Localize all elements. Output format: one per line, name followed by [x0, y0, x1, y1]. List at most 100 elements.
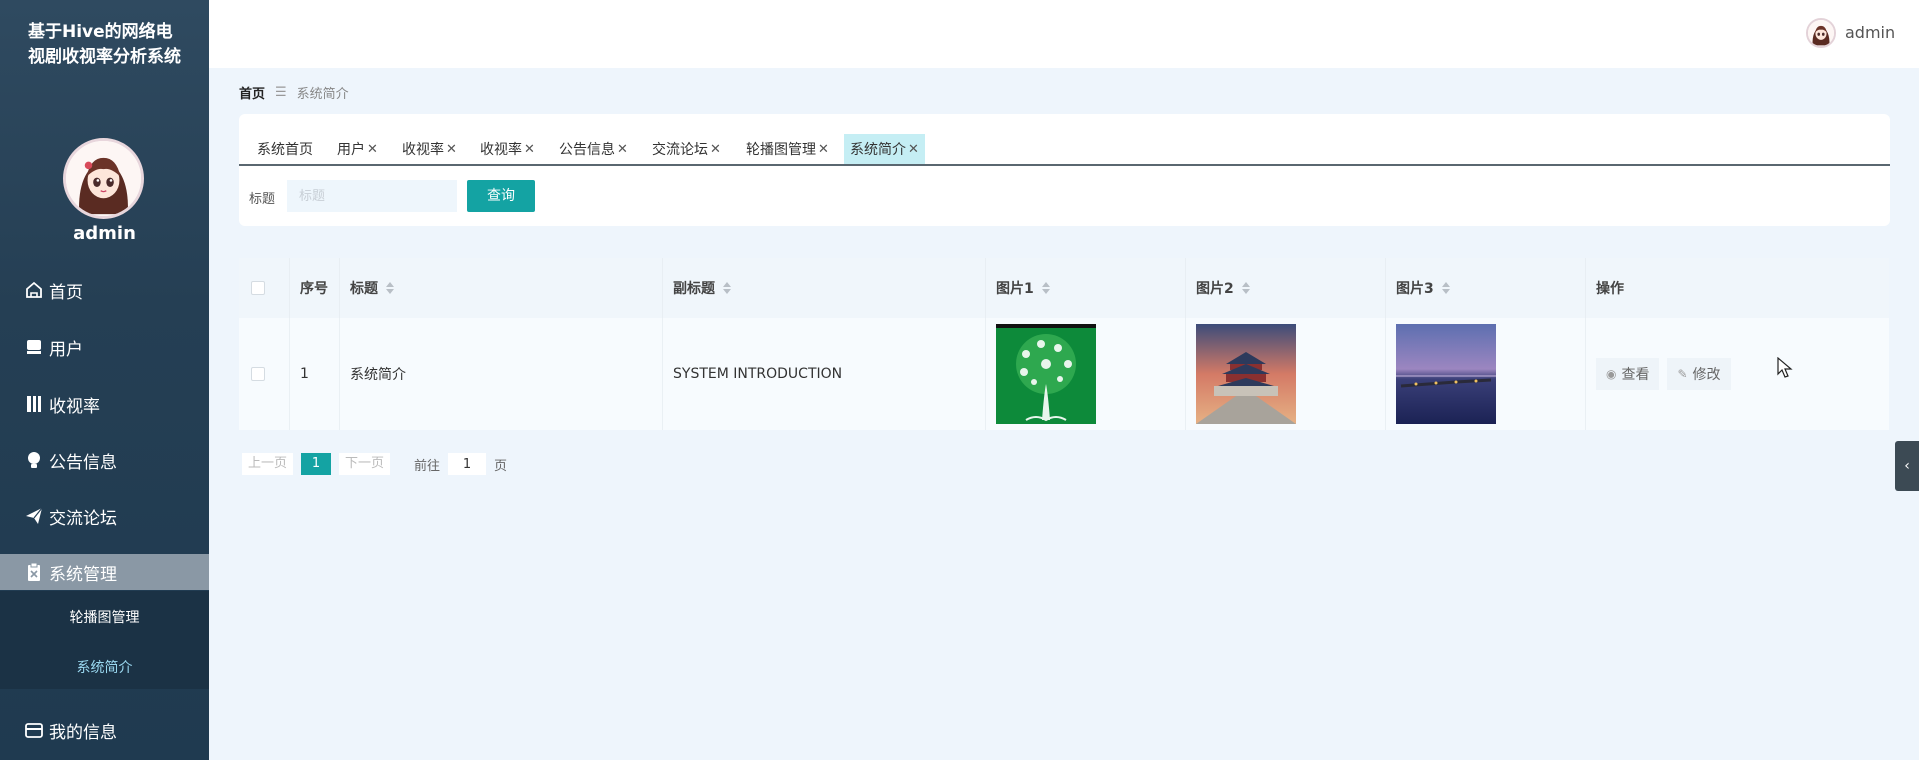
close-icon[interactable]: ✕ — [524, 142, 535, 157]
sidebar-subitem-system-intro[interactable]: 系统简介 — [0, 657, 209, 677]
close-icon[interactable]: ✕ — [617, 142, 628, 157]
close-icon[interactable]: ✕ — [446, 142, 457, 157]
column-header-index: 序号 — [289, 258, 339, 318]
sidebar-item-ratings[interactable]: 收视率 — [0, 386, 209, 422]
table-row: 1 系统简介 SYSTEM INTRODUCTION ◉ 查看 ✎ 修改 — [239, 318, 1889, 430]
breadcrumb-separator-icon: ☰ — [275, 85, 287, 100]
mouse-cursor-icon — [1777, 357, 1793, 378]
sort-icon[interactable] — [1241, 282, 1250, 294]
goto-label: 前往 — [414, 458, 441, 474]
tab-home[interactable]: 系统首页 — [251, 134, 319, 164]
sort-icon[interactable] — [386, 282, 394, 294]
tab-label: 收视率 — [402, 142, 444, 158]
data-table: 序号 标题 副标题 图片1 图片2 图片3 操作 1 系统简介 SYSTEM I… — [239, 258, 1889, 430]
edit-button-label: 修改 — [1692, 367, 1721, 383]
tree-thumbnail-image[interactable] — [996, 324, 1096, 424]
edit-button[interactable]: ✎ 修改 — [1667, 358, 1731, 390]
table-header: 序号 标题 副标题 图片1 图片2 图片3 操作 — [239, 258, 1889, 318]
avatar-image — [66, 141, 141, 216]
search-input[interactable] — [287, 180, 457, 212]
sidebar-item-system-management[interactable]: 系统管理 — [0, 554, 209, 590]
select-all-cell — [239, 258, 289, 318]
next-page-button[interactable]: 下一页 — [339, 453, 391, 475]
page-unit-label: 页 — [494, 458, 508, 474]
edit-icon: ✎ — [1677, 367, 1688, 381]
column-header-label: 序号 — [300, 281, 328, 297]
close-icon[interactable]: ✕ — [908, 142, 919, 157]
page-number[interactable]: 1 — [301, 453, 332, 475]
column-header-subtitle[interactable]: 副标题 — [662, 258, 985, 318]
column-header-image1[interactable]: 图片1 — [985, 258, 1185, 318]
column-header-label: 标题 — [350, 281, 378, 297]
column-header-title[interactable]: 标题 — [339, 258, 662, 318]
cell-image2 — [1185, 318, 1385, 430]
temple-thumbnail-image[interactable] — [1196, 324, 1296, 424]
breadcrumb-current: 系统简介 — [296, 87, 349, 102]
tab-announcements[interactable]: 公告信息 ✕ — [553, 134, 634, 164]
sidebar-item-announcements[interactable]: 公告信息 — [0, 442, 209, 478]
column-header-image2[interactable]: 图片2 — [1185, 258, 1385, 318]
tab-label: 用户 — [337, 142, 365, 158]
tab-carousel[interactable]: 轮播图管理 ✕ — [740, 134, 835, 164]
tab-system-intro[interactable]: 系统简介 ✕ — [844, 134, 925, 164]
header-username[interactable]: admin — [1845, 23, 1895, 42]
column-header-label: 副标题 — [673, 281, 715, 297]
cell-image3 — [1385, 318, 1585, 430]
tab-label: 收视率 — [480, 142, 522, 158]
sidebar: 基于Hive的网络电视剧收视率分析系统 admin 首页 用户 收视率 公告信息… — [0, 0, 209, 760]
bulb-icon — [24, 450, 44, 470]
query-button[interactable]: 查询 — [467, 180, 535, 212]
cell-title: 系统简介 — [339, 318, 662, 430]
cell-actions: ◉ 查看 ✎ 修改 — [1585, 318, 1889, 430]
sort-icon[interactable] — [1441, 282, 1450, 294]
user-icon — [24, 337, 44, 357]
tab-ratings-2[interactable]: 收视率 ✕ — [474, 134, 541, 164]
column-header-actions: 操作 — [1585, 258, 1889, 318]
sidebar-item-label: 交流论坛 — [49, 508, 117, 529]
tab-label: 轮播图管理 — [746, 142, 816, 158]
goto-page-input[interactable] — [448, 453, 487, 475]
tab-label: 系统简介 — [850, 142, 906, 158]
home-icon — [24, 280, 44, 300]
column-header-label: 图片3 — [1396, 281, 1434, 297]
tab-user[interactable]: 用户 ✕ — [331, 134, 384, 164]
close-icon[interactable]: ✕ — [367, 142, 378, 157]
sort-icon[interactable] — [723, 282, 731, 294]
sort-icon[interactable] — [1041, 282, 1050, 294]
tab-label: 公告信息 — [559, 142, 615, 158]
sea-thumbnail-image[interactable] — [1396, 324, 1496, 424]
card-icon — [24, 720, 44, 740]
sidebar-item-label: 收视率 — [49, 396, 100, 417]
column-header-image3[interactable]: 图片3 — [1385, 258, 1585, 318]
avatar-image — [1808, 20, 1834, 46]
chevron-left-icon: ‹ — [1904, 458, 1910, 474]
top-bar — [209, 0, 1919, 68]
close-icon[interactable]: ✕ — [818, 142, 829, 157]
tab-forum[interactable]: 交流论坛 ✕ — [646, 134, 727, 164]
prev-page-button[interactable]: 上一页 — [242, 453, 294, 475]
header-avatar[interactable] — [1806, 18, 1836, 48]
tab-ratings-1[interactable]: 收视率 ✕ — [396, 134, 463, 164]
sidebar-item-my-info[interactable]: 我的信息 — [0, 712, 209, 748]
select-all-checkbox[interactable] — [251, 281, 265, 295]
sidebar-item-label: 我的信息 — [49, 722, 117, 743]
column-header-label: 操作 — [1596, 281, 1624, 297]
cell-subtitle: SYSTEM INTRODUCTION — [662, 318, 985, 430]
breadcrumb-home[interactable]: 首页 — [239, 83, 265, 102]
sidebar-item-user[interactable]: 用户 — [0, 329, 209, 365]
search-label: 标题 — [249, 192, 276, 207]
view-button[interactable]: ◉ 查看 — [1596, 358, 1660, 390]
row-checkbox[interactable] — [251, 367, 265, 381]
sidebar-subitem-carousel[interactable]: 轮播图管理 — [0, 607, 209, 627]
sidebar-item-home[interactable]: 首页 — [0, 272, 209, 308]
clipboard-icon — [24, 562, 44, 582]
column-header-label: 图片1 — [996, 281, 1034, 297]
drawer-toggle-button[interactable]: ‹ — [1895, 441, 1919, 491]
sidebar-username: admin — [73, 223, 136, 244]
column-header-label: 图片2 — [1196, 281, 1234, 297]
sidebar-item-forum[interactable]: 交流论坛 — [0, 498, 209, 534]
close-icon[interactable]: ✕ — [710, 142, 721, 157]
sidebar-item-label: 用户 — [49, 339, 83, 360]
avatar[interactable] — [63, 138, 144, 219]
view-button-label: 查看 — [1621, 367, 1650, 383]
